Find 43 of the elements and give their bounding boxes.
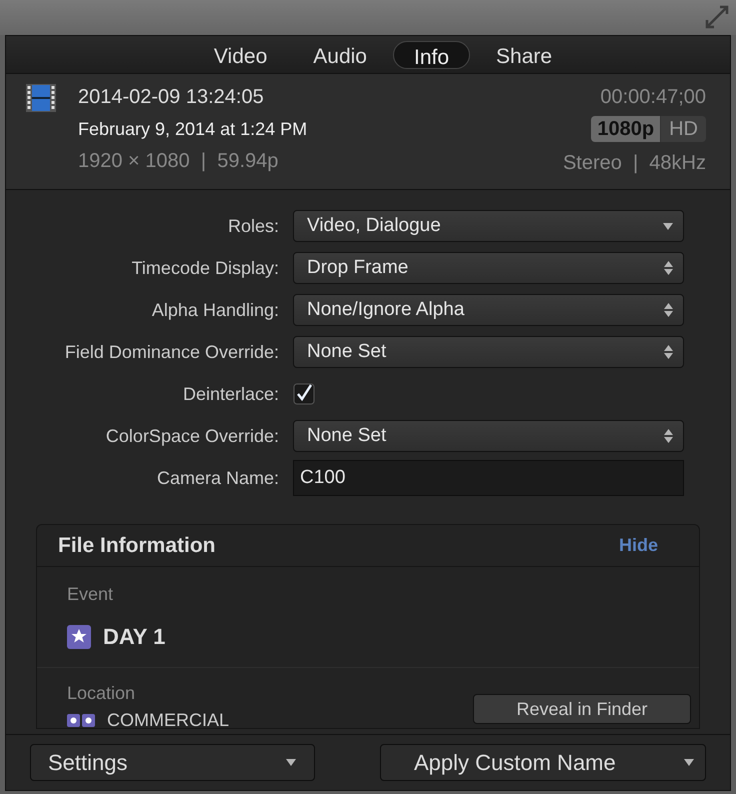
setting-label: Timecode Display: bbox=[130, 256, 280, 280]
popup-menu[interactable]: None/Ignore Alpha bbox=[293, 294, 684, 326]
stepper-arrows-icon bbox=[663, 344, 674, 360]
setting-label: Deinterlace: bbox=[182, 382, 280, 406]
film-icon bbox=[26, 84, 56, 112]
stepper-arrows-icon bbox=[663, 428, 674, 444]
clip-format: 1920 × 1080 | 59.94p bbox=[78, 149, 280, 174]
popup-menu[interactable]: Video, Dialogue bbox=[293, 210, 684, 242]
setting-label: Camera Name: bbox=[156, 466, 280, 490]
hide-link[interactable]: Hide bbox=[618, 532, 658, 559]
dropdown-arrow-icon bbox=[683, 758, 695, 767]
clip-duration: 00:00:47;00 bbox=[600, 85, 706, 110]
clip-name: 2014-02-09 13:24:05 bbox=[78, 85, 265, 110]
settings-menu[interactable]: Settings bbox=[30, 744, 315, 781]
tab[interactable]: Share bbox=[476, 40, 572, 68]
checkbox[interactable] bbox=[293, 383, 315, 405]
expand-icon[interactable] bbox=[704, 4, 730, 30]
stepper-arrows-icon bbox=[663, 260, 674, 276]
popup-menu[interactable]: None Set bbox=[293, 420, 684, 452]
audio-format: Stereo | 48kHz bbox=[562, 151, 706, 176]
setting-label: Alpha Handling: bbox=[150, 298, 280, 322]
tab[interactable]: Info bbox=[392, 40, 470, 68]
camera-name-field[interactable]: C100 bbox=[293, 460, 684, 496]
section-title: File Information bbox=[58, 532, 216, 559]
setting-label: Roles: bbox=[226, 214, 280, 238]
reveal-in-finder-button[interactable]: Reveal in Finder bbox=[473, 694, 691, 724]
dropdown-arrow-icon bbox=[285, 758, 297, 767]
location-label: Location bbox=[67, 682, 136, 705]
event-name: DAY 1 bbox=[103, 623, 166, 651]
definition-label: HD bbox=[661, 116, 706, 142]
dropdown-arrow-icon bbox=[662, 222, 674, 230]
setting-label: ColorSpace Override: bbox=[104, 424, 280, 448]
setting-label: Field Dominance Override: bbox=[64, 340, 280, 364]
stepper-arrows-icon bbox=[663, 302, 674, 318]
apply-custom-name-menu[interactable]: Apply Custom Name bbox=[380, 744, 706, 781]
resolution-label: 1080p bbox=[591, 116, 662, 142]
tab[interactable]: Audio bbox=[293, 40, 387, 68]
clip-date: February 9, 2014 at 1:24 PM bbox=[78, 118, 308, 140]
event-label: Event bbox=[67, 583, 114, 606]
popup-menu[interactable]: None Set bbox=[293, 336, 684, 368]
location-name: COMMERCIAL bbox=[107, 709, 230, 731]
popup-menu[interactable]: Drop Frame bbox=[293, 252, 684, 284]
tab[interactable]: Video bbox=[194, 40, 288, 68]
